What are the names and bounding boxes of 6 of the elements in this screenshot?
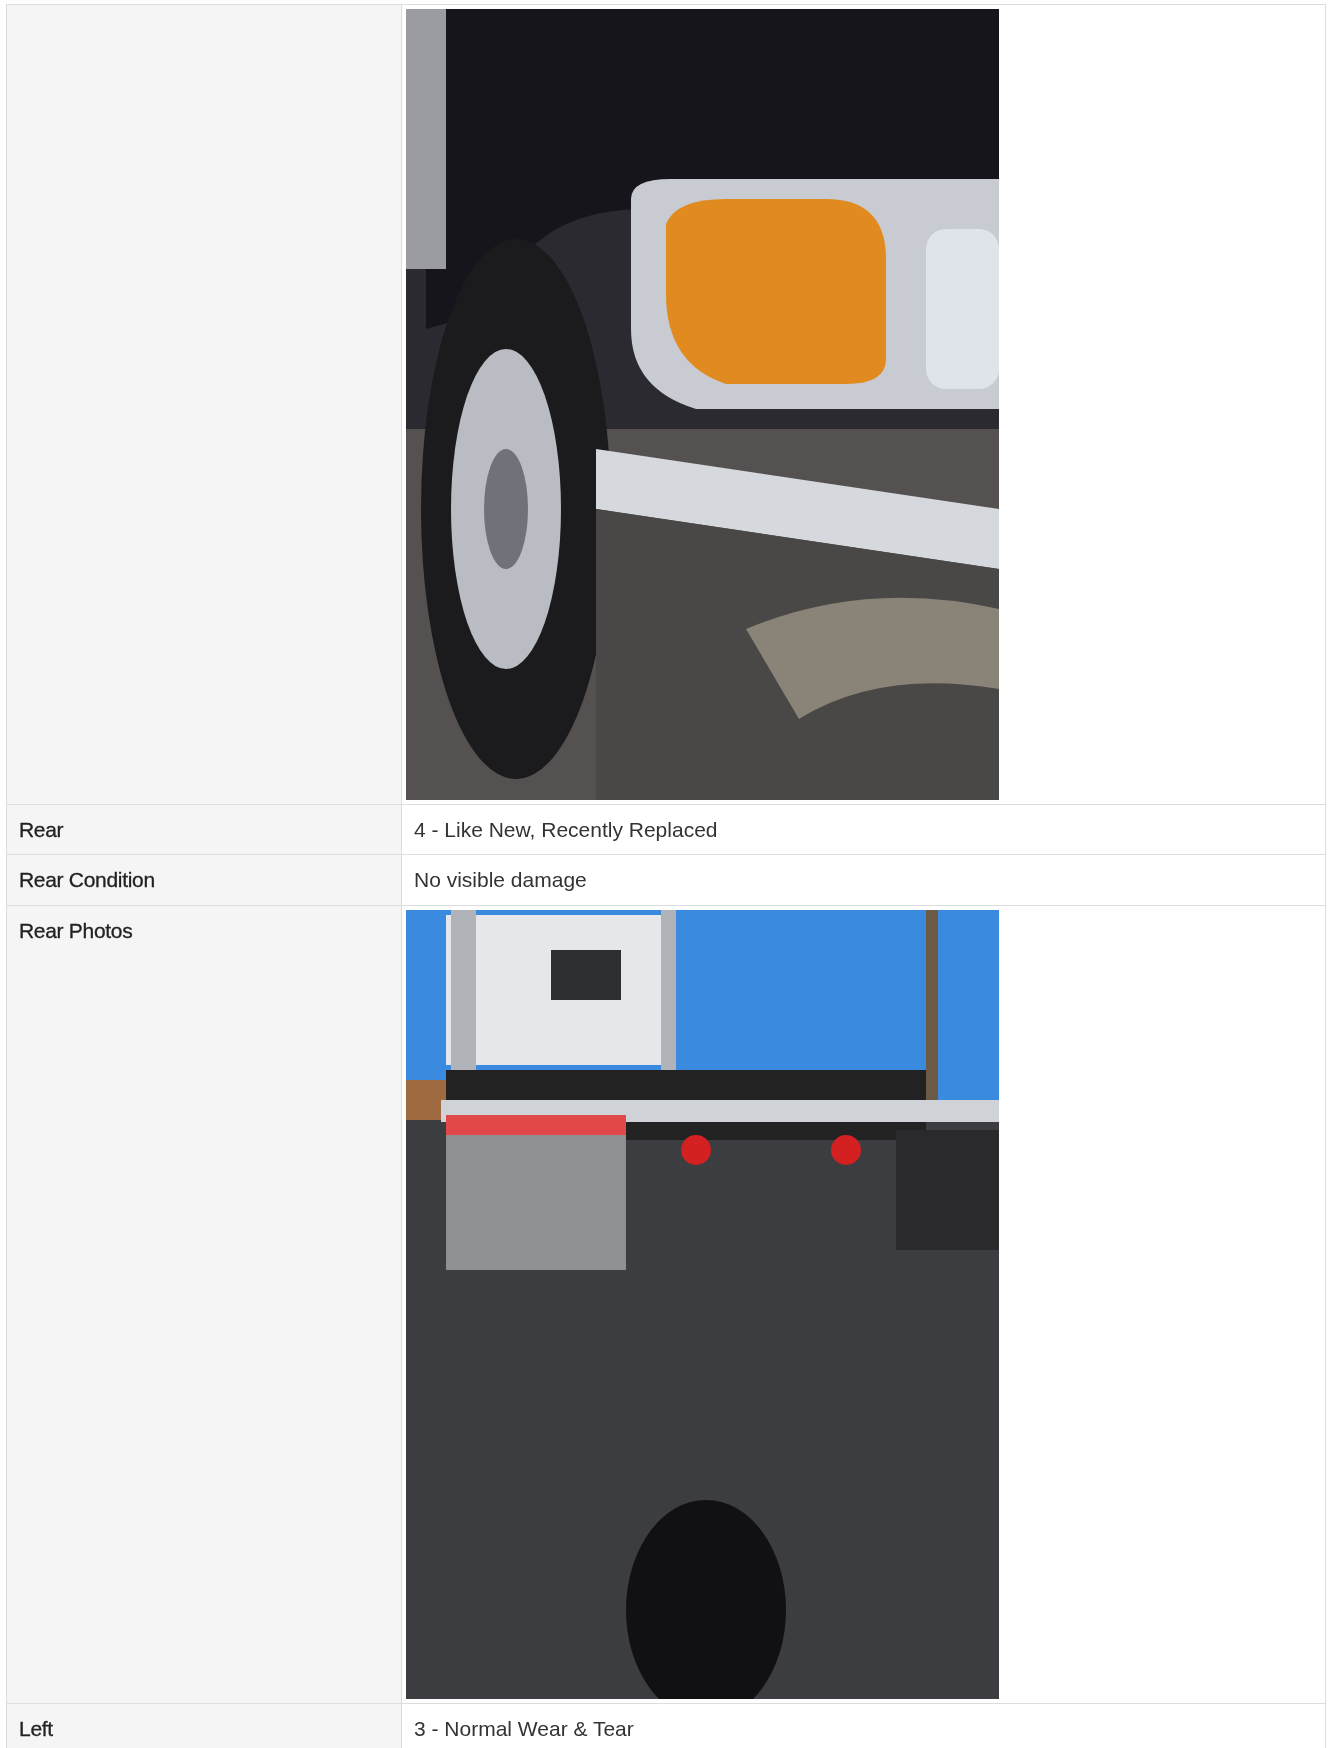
label-cell: Rear Condition: [6, 854, 402, 906]
label-cell: Left: [6, 1703, 402, 1748]
value-cell: 4 - Like New, Recently Replaced: [401, 804, 1326, 855]
label-cell: Rear Photos: [6, 905, 402, 1704]
value-cell: No visible damage: [401, 854, 1326, 906]
label-cell: Rear: [6, 804, 402, 855]
